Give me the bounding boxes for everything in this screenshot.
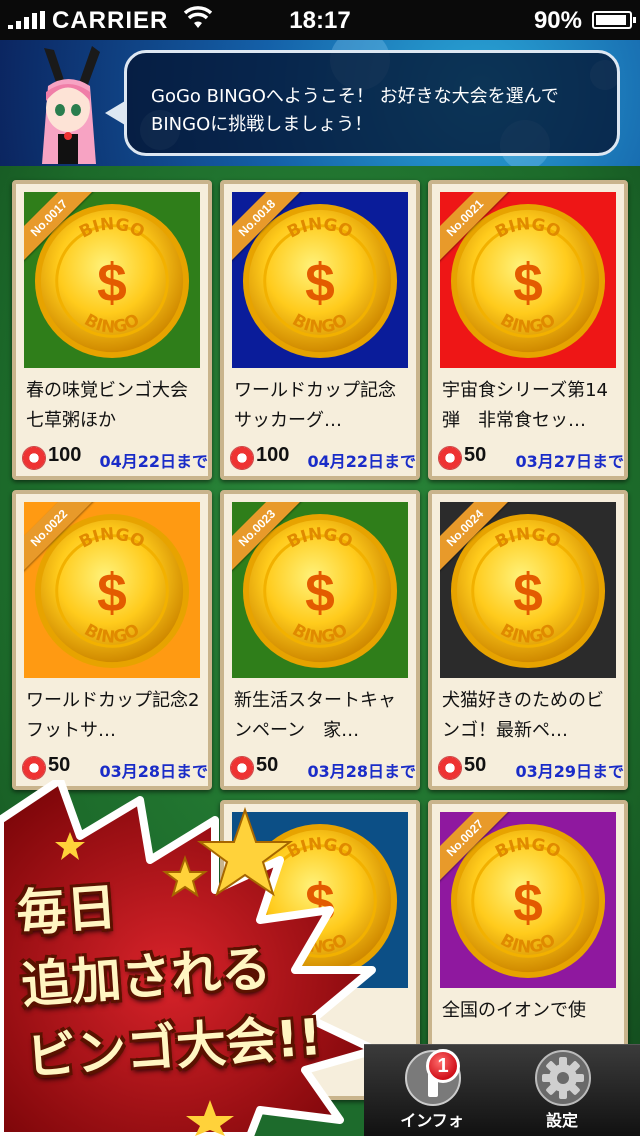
- tab-settings[interactable]: 設定: [502, 1045, 622, 1136]
- coin-dollar-symbol: $: [305, 564, 335, 623]
- card-deadline: 03月28日まで: [99, 762, 208, 781]
- welcome-header: GoGo BINGOへようこそ！ お好きな大会を選んでBINGOに挑戦しましょう…: [0, 40, 640, 166]
- tab-info-label: インフォ: [400, 1111, 464, 1130]
- battery-percent: 90%: [533, 7, 582, 34]
- bingo-card[interactable]: BINGO BINGO $ No.0024 犬猫好きのためのビンゴ！最新ペ… 5…: [428, 490, 628, 790]
- status-bar: CARRIER 18:17 90%: [0, 0, 640, 40]
- bingo-card[interactable]: BINGO BINGO $ No.0021 宇宙食シリーズ第14弾 非常食セッ……: [428, 180, 628, 480]
- card-deadline: 03月28日まで: [307, 762, 416, 781]
- card-title: 宇宙食シリーズ第14弾 非常食セッ…: [442, 380, 609, 431]
- card-points: 100: [48, 444, 82, 466]
- bingo-card-thumbnail: BINGO BINGO $ No.0018: [232, 192, 408, 368]
- points-coin-icon: [22, 446, 46, 470]
- coin-dollar-symbol: $: [97, 564, 127, 623]
- points-coin-icon: [438, 446, 462, 470]
- tab-settings-label: 設定: [545, 1111, 578, 1130]
- card-deadline: 04月22日まで: [307, 452, 416, 471]
- bingo-card-thumbnail: BINGO BINGO $ No.0023: [232, 502, 408, 678]
- bingo-card-thumbnail: BINGO BINGO $ No.0021: [440, 192, 616, 368]
- promo-headline: 毎日 追加される ビンゴ大会!!: [14, 853, 388, 1094]
- tab-bar: 1 インフォ 設定: [364, 1044, 640, 1136]
- card-points: 50: [256, 754, 279, 776]
- points-coin-icon: [22, 756, 46, 780]
- battery-icon: [592, 11, 636, 29]
- card-points: 50: [48, 754, 71, 776]
- card-footer: 100 04月22日まで: [20, 444, 208, 472]
- gear-icon: [535, 1050, 591, 1106]
- card-title: 新生活スタートキャンペーン 家…: [234, 690, 396, 741]
- card-deadline: 03月29日まで: [515, 762, 624, 781]
- points-coin-icon: [230, 756, 254, 780]
- card-points: 50: [464, 444, 487, 466]
- card-title: ワールドカップ記念 サッカーグ…: [234, 380, 408, 431]
- card-footer: 100 04月22日まで: [228, 444, 416, 472]
- info-notification-badge: 1: [426, 1049, 460, 1083]
- bingo-card[interactable]: BINGO BINGO $ No.0017 春の味覚ビンゴ大会 七草粥ほか 10…: [12, 180, 212, 480]
- card-title: ワールドカップ記念2 フットサ…: [26, 690, 200, 741]
- bingo-card-thumbnail: BINGO BINGO $ No.0022: [24, 502, 200, 678]
- tab-info[interactable]: 1 インフォ: [372, 1045, 492, 1136]
- welcome-speech-bubble: GoGo BINGOへようこそ！ お好きな大会を選んでBINGOに挑戦しましょう…: [105, 50, 620, 156]
- bingo-card[interactable]: BINGO BINGO $ No.0023 新生活スタートキャンペーン 家… 5…: [220, 490, 420, 790]
- card-footer: 50 03月28日まで: [20, 754, 208, 782]
- coin-dollar-symbol: $: [513, 564, 543, 623]
- coin-dollar-symbol: $: [513, 874, 543, 933]
- bingo-card[interactable]: BINGO BINGO $ No.0022 ワールドカップ記念2 フットサ… 5…: [12, 490, 212, 790]
- points-coin-icon: [230, 446, 254, 470]
- card-footer: 50 03月29日まで: [436, 754, 624, 782]
- points-coin-icon: [438, 756, 462, 780]
- coin-dollar-symbol: $: [97, 254, 127, 313]
- bingo-card-thumbnail: BINGO BINGO $ No.0024: [440, 502, 616, 678]
- card-points: 100: [256, 444, 290, 466]
- bingo-card-thumbnail: BINGO BINGO $ No.0027: [440, 812, 616, 988]
- coin-dollar-symbol: $: [513, 254, 543, 313]
- card-title: 春の味覚ビンゴ大会 七草粥ほか: [26, 380, 200, 431]
- bunny-mascot-icon: [42, 46, 100, 164]
- card-footer: 50 03月27日まで: [436, 444, 624, 472]
- card-title: 犬猫好きのためのビンゴ！最新ペ…: [442, 690, 604, 741]
- card-deadline: 04月22日まで: [99, 452, 208, 471]
- card-deadline: 03月27日まで: [515, 452, 624, 471]
- bingo-card[interactable]: BINGO BINGO $ No.0018 ワールドカップ記念 サッカーグ… 1…: [220, 180, 420, 480]
- card-points: 50: [464, 754, 487, 776]
- card-footer: 50 03月28日まで: [228, 754, 416, 782]
- coin-dollar-symbol: $: [305, 254, 335, 313]
- bingo-card-thumbnail: BINGO BINGO $ No.0017: [24, 192, 200, 368]
